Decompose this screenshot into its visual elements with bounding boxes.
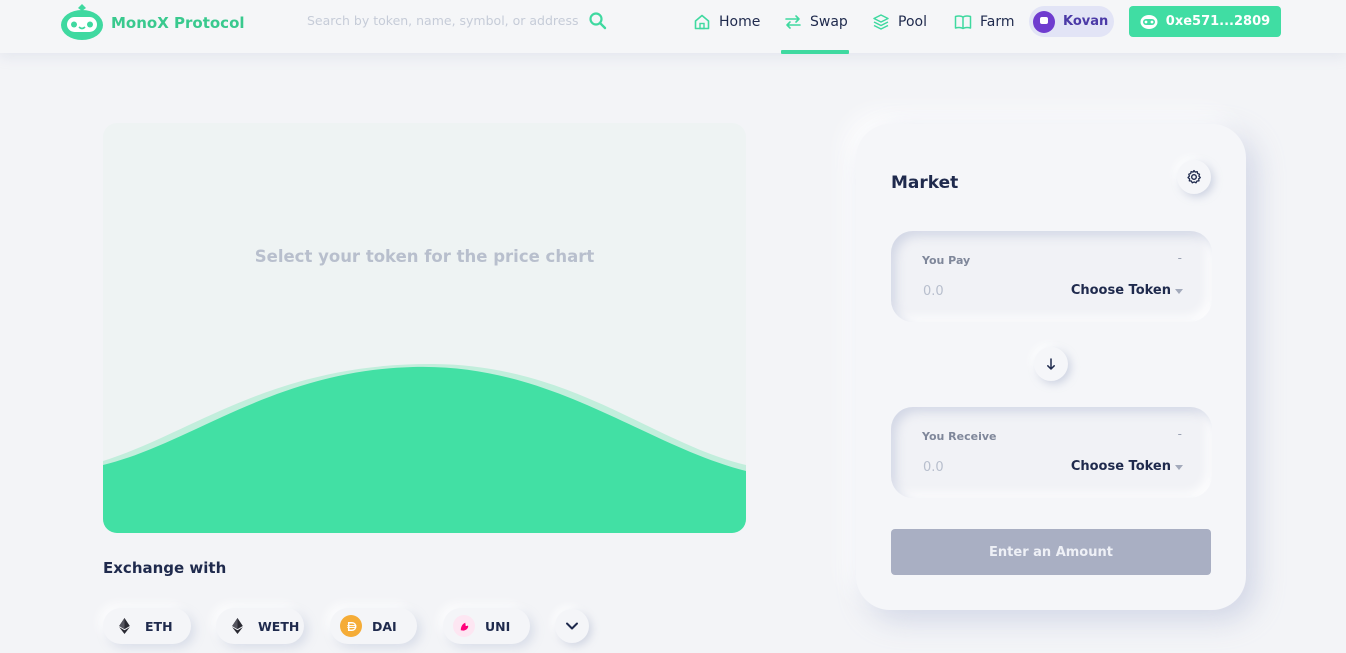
you-pay-amount-input[interactable]: 0.0 (923, 284, 944, 299)
you-receive-label: You Receive (922, 430, 997, 443)
home-icon (694, 14, 710, 30)
search-icon[interactable] (588, 11, 608, 31)
kovan-network-icon (1033, 10, 1055, 33)
you-pay-box: You Pay - 0.0 Choose Token (891, 231, 1212, 322)
nav-pool-label: Pool (898, 14, 927, 30)
you-pay-token-select[interactable]: Choose Token (1071, 283, 1183, 298)
uni-icon (453, 615, 475, 637)
nav-home-label: Home (719, 14, 761, 30)
token-chip-uni[interactable]: UNI (443, 608, 530, 644)
you-receive-box: You Receive - 0.0 Choose Token (891, 407, 1212, 498)
token-symbol: WETH (258, 618, 300, 634)
you-receive-token-select[interactable]: Choose Token (1071, 459, 1183, 474)
price-chart-placeholder: Select your token for the price chart (103, 123, 746, 533)
swap-arrows-icon (785, 15, 801, 29)
swap-mode-title: Market (891, 173, 959, 193)
dai-icon (340, 615, 362, 637)
token-symbol: DAI (372, 618, 397, 634)
token-symbol: UNI (485, 618, 511, 634)
you-pay-label: You Pay (922, 254, 971, 267)
monox-logo-icon[interactable] (60, 3, 104, 41)
choose-token-label: Choose Token (1070, 283, 1171, 298)
gear-icon (1187, 169, 1201, 184)
network-selector[interactable]: Kovan (1029, 6, 1114, 37)
enter-amount-button[interactable]: Enter an Amount (891, 529, 1211, 575)
eth-icon (226, 615, 248, 637)
more-tokens-button[interactable] (555, 609, 589, 643)
chart-empty-message: Select your token for the price chart (254, 247, 595, 266)
nav-farm[interactable]: Farm (954, 12, 1015, 32)
exchange-with-heading: Exchange with (103, 559, 227, 577)
book-icon (954, 15, 972, 30)
layers-icon (873, 14, 889, 30)
active-tab-indicator (781, 50, 849, 54)
choose-token-label: Choose Token (1070, 459, 1171, 474)
nav-home[interactable]: Home (693, 12, 760, 32)
network-label: Kovan (1063, 14, 1109, 29)
token-chip-dai[interactable]: DAI (330, 608, 417, 644)
decorative-wave (103, 363, 746, 533)
settings-button[interactable] (1177, 160, 1211, 194)
nav-farm-label: Farm (980, 14, 1015, 30)
brand-name[interactable]: MonoX Protocol (111, 14, 245, 32)
chevron-down-icon (566, 622, 578, 630)
you-receive-amount-input[interactable]: 0.0 (923, 460, 944, 475)
eth-icon (113, 615, 135, 637)
caret-down-icon (1175, 465, 1183, 470)
token-symbol: ETH (145, 618, 173, 634)
wallet-avatar-icon (1140, 14, 1158, 29)
wallet-button[interactable]: 0xe571...2809 (1129, 6, 1281, 37)
top-navbar: MonoX Protocol Search by token, name, sy… (0, 0, 1346, 54)
nav-pool[interactable]: Pool (872, 12, 927, 32)
caret-down-icon (1175, 289, 1183, 294)
nav-swap-label: Swap (810, 14, 848, 30)
token-chip-eth[interactable]: ETH (103, 608, 191, 644)
you-pay-balance: - (1177, 251, 1182, 265)
search-input[interactable]: Search by token, name, symbol, or addres… (307, 13, 578, 28)
nav-swap[interactable]: Swap (784, 12, 848, 32)
switch-direction-button[interactable] (1034, 347, 1068, 381)
token-chip-weth[interactable]: WETH (216, 608, 304, 644)
you-receive-balance: - (1177, 427, 1182, 441)
wallet-address: 0xe571...2809 (1165, 14, 1271, 29)
arrow-down-icon (1047, 358, 1055, 370)
